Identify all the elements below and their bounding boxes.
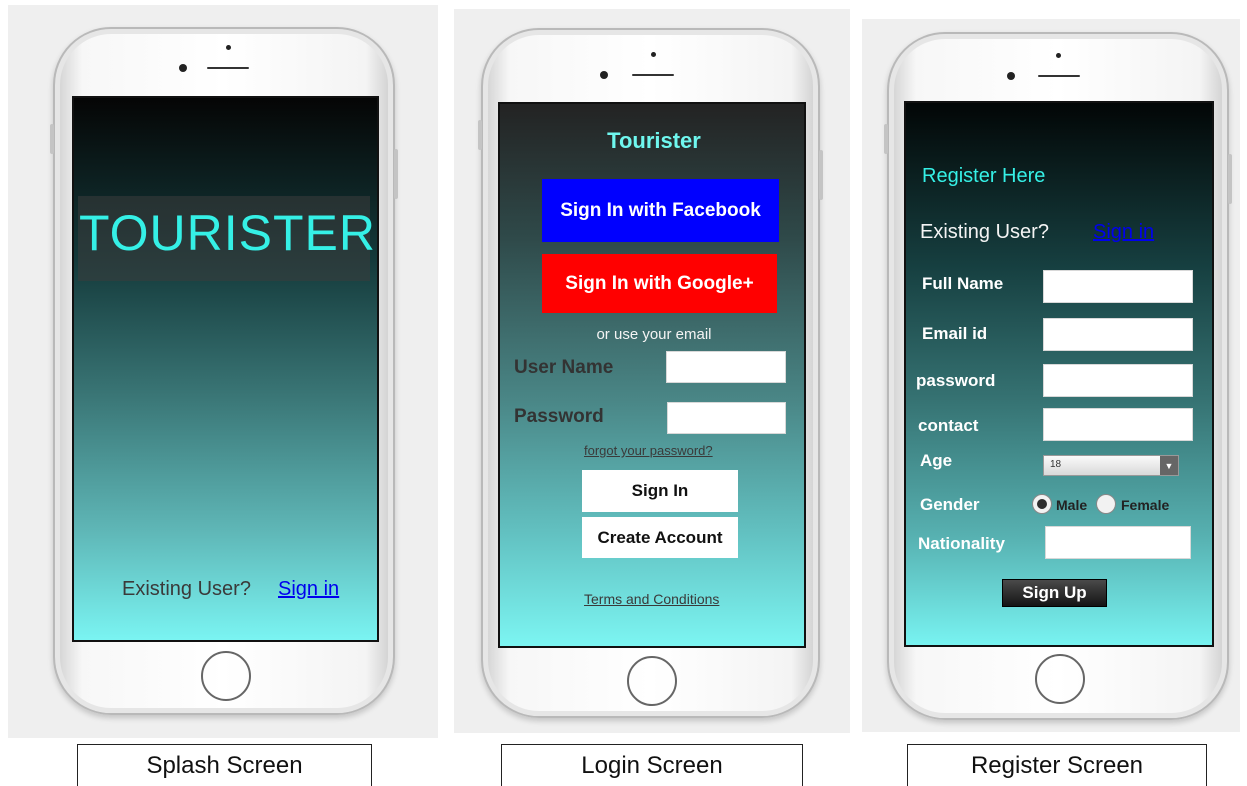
login-screen: Tourister Sign In with Facebook Sign In … bbox=[498, 102, 806, 648]
chevron-down-icon: ▼ bbox=[1160, 456, 1178, 475]
facebook-sign-in-button[interactable]: Sign In with Facebook bbox=[542, 179, 779, 242]
speaker-icon bbox=[1038, 75, 1080, 77]
side-button bbox=[884, 124, 888, 154]
home-button[interactable] bbox=[201, 651, 251, 701]
splash-caption: Splash Screen bbox=[77, 744, 372, 786]
sign-up-button[interactable]: Sign Up bbox=[1002, 579, 1107, 607]
existing-user-text: Existing User? bbox=[122, 578, 251, 600]
full-name-input[interactable] bbox=[1043, 270, 1193, 303]
sign-in-link[interactable]: Sign in bbox=[278, 578, 339, 601]
google-sign-in-button[interactable]: Sign In with Google+ bbox=[542, 254, 777, 313]
password-input[interactable] bbox=[1043, 364, 1193, 397]
speaker-icon bbox=[632, 74, 674, 76]
side-button bbox=[478, 120, 482, 150]
male-label: Male bbox=[1056, 497, 1088, 513]
contact-label: contact bbox=[918, 416, 979, 435]
camera-icon bbox=[1007, 72, 1015, 80]
side-button bbox=[819, 150, 823, 200]
speaker-icon bbox=[207, 67, 249, 69]
password-input[interactable] bbox=[667, 402, 786, 434]
or-email-text: or use your email bbox=[596, 326, 712, 343]
sign-in-button[interactable]: Sign In bbox=[582, 470, 738, 512]
camera-icon bbox=[179, 64, 187, 72]
register-caption: Register Screen bbox=[907, 744, 1207, 786]
full-name-label: Full Name bbox=[922, 274, 1004, 293]
side-button bbox=[1228, 154, 1232, 204]
username-label: User Name bbox=[514, 357, 614, 378]
female-label: Female bbox=[1121, 497, 1170, 513]
sensor-icon bbox=[226, 45, 231, 50]
contact-input[interactable] bbox=[1043, 408, 1193, 441]
home-button[interactable] bbox=[627, 656, 677, 706]
password-label: Password bbox=[514, 406, 604, 427]
side-button bbox=[50, 124, 54, 154]
terms-link[interactable]: Terms and Conditions bbox=[584, 591, 719, 607]
register-title: Register Here bbox=[922, 165, 1046, 187]
app-title: Tourister bbox=[607, 128, 701, 153]
password-label: password bbox=[916, 371, 996, 390]
side-button bbox=[394, 149, 398, 199]
female-radio[interactable] bbox=[1096, 494, 1116, 514]
sign-in-link[interactable]: Sign in bbox=[1093, 221, 1154, 244]
nationality-label: Nationality bbox=[918, 534, 1005, 553]
existing-user-text: Existing User? bbox=[920, 221, 1049, 243]
email-label: Email id bbox=[922, 324, 988, 343]
nationality-input[interactable] bbox=[1045, 526, 1191, 559]
username-input[interactable] bbox=[666, 351, 786, 383]
forgot-password-link[interactable]: forgot your password? bbox=[584, 443, 713, 458]
splash-title: TOURISTER bbox=[79, 205, 376, 261]
sensor-icon bbox=[651, 52, 656, 57]
age-select[interactable]: 18 ▼ bbox=[1043, 455, 1179, 476]
home-button[interactable] bbox=[1035, 654, 1085, 704]
male-radio[interactable] bbox=[1032, 494, 1052, 514]
age-label: Age bbox=[920, 451, 953, 470]
splash-screen: TOURISTER Existing User? Sign in bbox=[72, 96, 379, 642]
gender-label: Gender bbox=[920, 495, 980, 514]
email-input[interactable] bbox=[1043, 318, 1193, 351]
create-account-button[interactable]: Create Account bbox=[582, 517, 738, 558]
register-screen: Register Here Existing User? Sign in Ful… bbox=[904, 101, 1214, 647]
camera-icon bbox=[600, 71, 608, 79]
sensor-icon bbox=[1056, 53, 1061, 58]
login-caption: Login Screen bbox=[501, 744, 803, 786]
age-select-value: 18 bbox=[1050, 459, 1062, 470]
